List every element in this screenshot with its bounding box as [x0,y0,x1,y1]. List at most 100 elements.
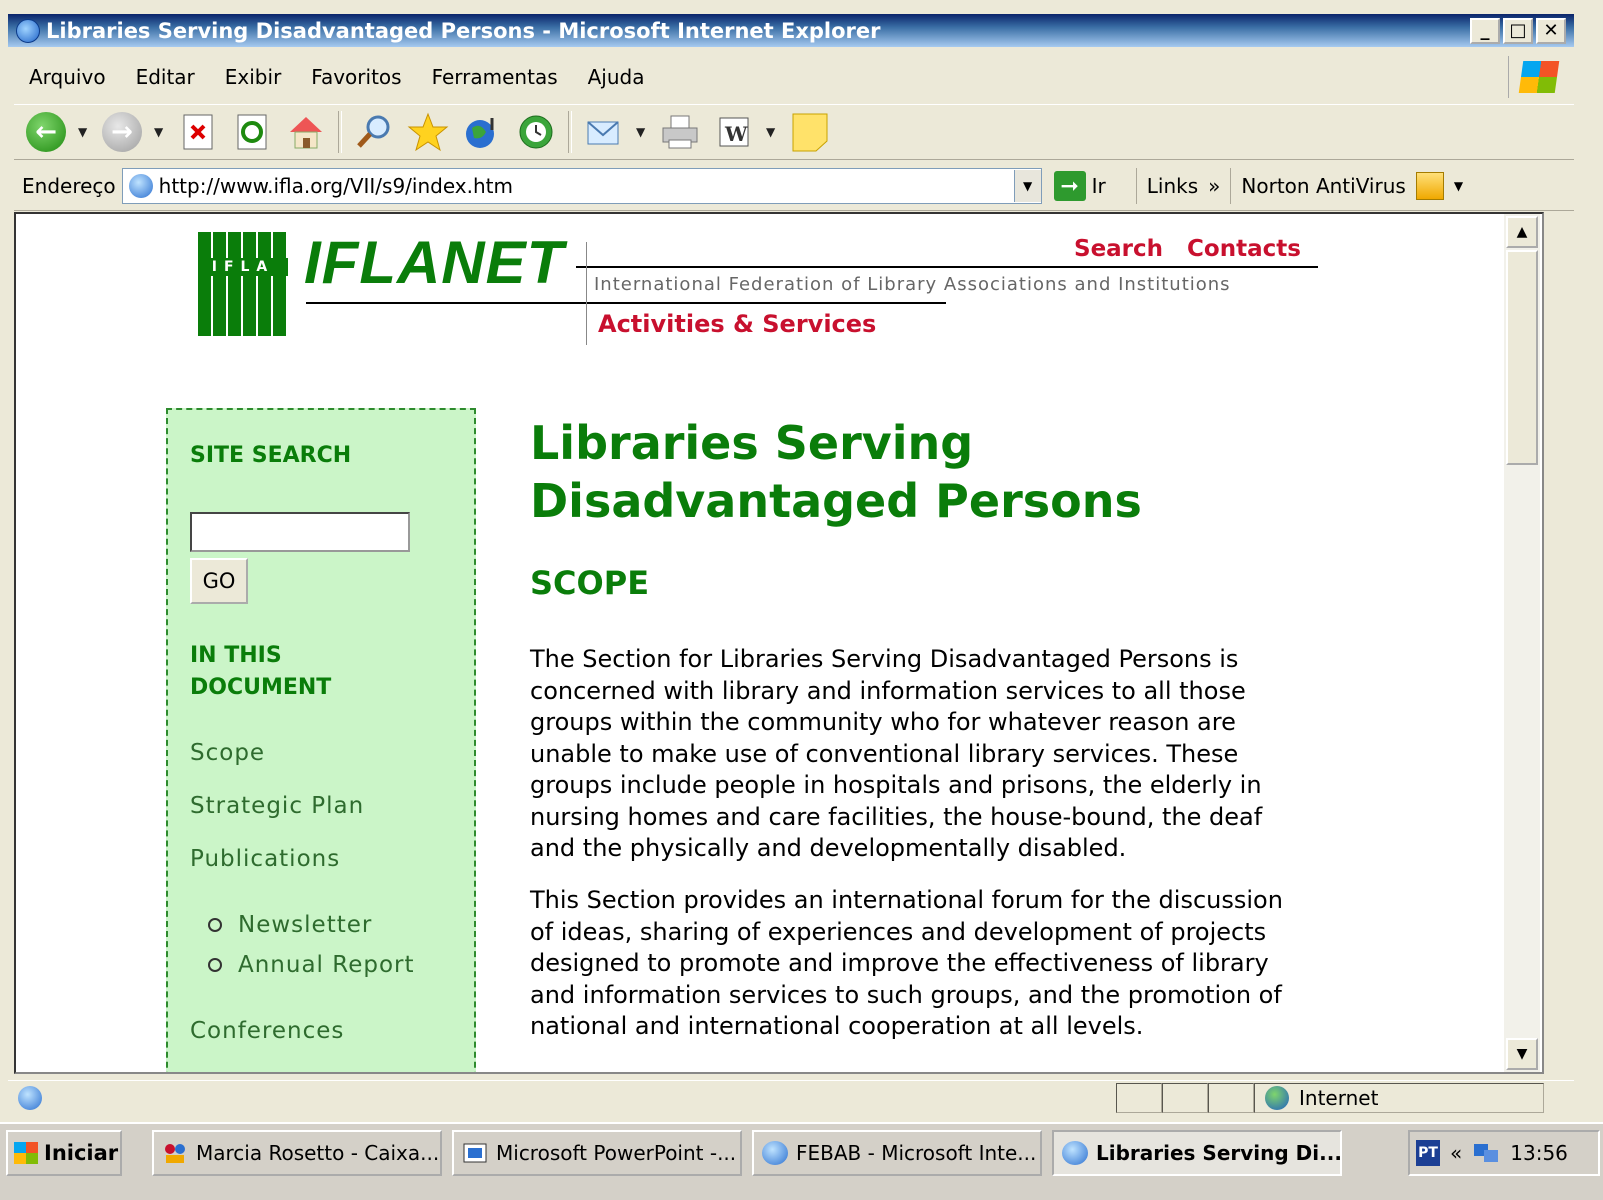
norton-icon[interactable] [1415,172,1444,200]
security-zone[interactable]: Internet [1254,1083,1544,1113]
sidebar-sublink-newsletter[interactable]: Newsletter [208,912,372,938]
refresh-button[interactable] [230,110,274,154]
forward-icon: → [102,112,142,152]
links-chevron-icon[interactable]: » [1208,174,1220,198]
start-label: Iniciar [44,1141,119,1165]
forward-button[interactable]: → [100,110,144,154]
sidebar-link-publications[interactable]: Publications [190,846,340,872]
search-button[interactable] [352,110,396,154]
go-search-button[interactable]: GO [190,558,248,604]
taskbar: Iniciar Marcia Rosetto - Caixa... Micros… [0,1122,1603,1200]
status-cell [1162,1083,1208,1113]
norton-toolbar[interactable]: Norton AntiVirus ▼ [1231,172,1473,200]
para1-line: and the physically and developmentally d… [530,834,1127,862]
page-title-line1: Libraries Serving [530,416,974,470]
para2-line: of ideas, sharing of experiences and dev… [530,917,1267,946]
para2-line: and information services to such groups,… [530,980,1282,1009]
favorites-icon [407,112,449,152]
taskbar-label: Libraries Serving Di... [1096,1141,1342,1165]
annual-report-label[interactable]: Annual Report [238,952,415,978]
activities-link[interactable]: Activities & Services [598,310,876,338]
tray-expand-chevron-icon[interactable]: « [1450,1141,1462,1165]
ie-icon [762,1141,788,1165]
address-url[interactable]: http://www.ifla.org/VII/s9/index.htm [159,174,1014,198]
system-tray: PT « 13:56 [1408,1130,1600,1176]
network-icon[interactable] [1472,1140,1500,1166]
para1-line: nursing homes and care facilities, the h… [530,802,1263,831]
scope-paragraph-2: This Section provides an international f… [530,885,1360,1043]
status-cell [1208,1083,1254,1113]
sidebar-link-conferences[interactable]: Conferences [190,1018,344,1044]
site-search-input[interactable] [190,512,410,552]
sidebar-link-scope[interactable]: Scope [190,740,265,766]
norton-label[interactable]: Norton AntiVirus [1241,174,1405,198]
taskbar-button-outlook[interactable]: Marcia Rosetto - Caixa... [152,1130,442,1176]
mail-dropdown-icon[interactable]: ▼ [636,125,648,139]
zone-label: Internet [1299,1086,1379,1110]
edit-dropdown-icon[interactable]: ▼ [766,125,778,139]
header-rule [576,266,1318,268]
home-button[interactable] [284,110,328,154]
menu-editar[interactable]: Editar [121,65,210,89]
ie-app-icon[interactable] [16,18,40,43]
media-button[interactable] [460,110,504,154]
edit-word-button[interactable]: W [712,110,756,154]
links-label[interactable]: Links [1147,174,1198,198]
back-dropdown-icon[interactable]: ▼ [78,125,90,139]
favorites-button[interactable] [406,110,450,154]
outlook-icon [165,1144,185,1163]
menu-favoritos[interactable]: Favoritos [296,65,416,89]
window-title: Libraries Serving Disadvantaged Persons … [46,18,881,43]
search-link[interactable]: Search [1074,236,1163,262]
language-indicator[interactable]: PT [1416,1140,1440,1166]
address-input[interactable]: http://www.ifla.org/VII/s9/index.htm ▼ [121,168,1042,204]
links-toolbar[interactable]: Links » [1137,168,1232,204]
header-rule [306,302,946,304]
scroll-up-icon[interactable]: ▲ [1506,216,1538,248]
stop-icon [183,114,213,150]
notes-button[interactable] [788,110,832,154]
scroll-down-icon[interactable]: ▼ [1506,1038,1538,1070]
iflanet-brand: IFLANET [304,229,565,296]
forward-dropdown-icon[interactable]: ▼ [154,125,166,139]
menu-ferramentas[interactable]: Ferramentas [417,65,573,89]
in-document-heading-line1: IN THIS [190,643,282,668]
history-button[interactable] [514,110,558,154]
taskbar-button-febab[interactable]: FEBAB - Microsoft Inte... [752,1130,1042,1176]
sidebar-sublink-annual-report[interactable]: Annual Report [208,952,415,978]
menu-exibir[interactable]: Exibir [210,65,297,89]
minimize-button[interactable]: _ [1470,17,1500,44]
address-dropdown-icon[interactable]: ▼ [1013,170,1041,202]
contacts-link[interactable]: Contacts [1187,236,1301,262]
taskbar-button-libraries[interactable]: Libraries Serving Di... [1052,1130,1342,1176]
para1-line: groups within the community who for what… [530,708,1236,736]
maximize-button[interactable]: □ [1503,17,1533,44]
sidebar-link-strategic-plan[interactable]: Strategic Plan [190,793,364,819]
ifla-logo-text: IFLA [198,258,288,276]
go-button[interactable]: ➞ Ir [1053,168,1137,204]
ifla-logo[interactable]: IFLA [198,232,288,336]
menu-ajuda[interactable]: Ajuda [573,65,660,89]
print-button[interactable] [658,110,702,154]
bullet-icon [208,958,222,972]
clock[interactable]: 13:56 [1510,1141,1568,1165]
browser-window: Libraries Serving Disadvantaged Persons … [0,0,1603,1160]
home-icon [290,117,322,149]
scroll-thumb[interactable] [1506,250,1538,465]
windows-flag-icon [14,1142,38,1164]
vertical-scrollbar[interactable]: ▲ ▼ [1504,214,1540,1072]
taskbar-label: FEBAB - Microsoft Inte... [796,1141,1037,1165]
svg-text:W: W [724,122,748,146]
internet-globe-icon [1265,1086,1289,1110]
back-button[interactable]: ← [24,110,68,154]
start-button[interactable]: Iniciar [6,1130,122,1176]
refresh-icon [237,114,267,150]
bullet-icon [208,918,222,932]
menu-arquivo[interactable]: Arquivo [14,65,121,89]
newsletter-label[interactable]: Newsletter [238,912,372,938]
close-button[interactable]: ✕ [1536,17,1566,44]
taskbar-button-powerpoint[interactable]: Microsoft PowerPoint -... [452,1130,742,1176]
stop-button[interactable] [176,110,220,154]
norton-dropdown-icon[interactable]: ▼ [1454,179,1463,193]
mail-button[interactable] [582,110,626,154]
